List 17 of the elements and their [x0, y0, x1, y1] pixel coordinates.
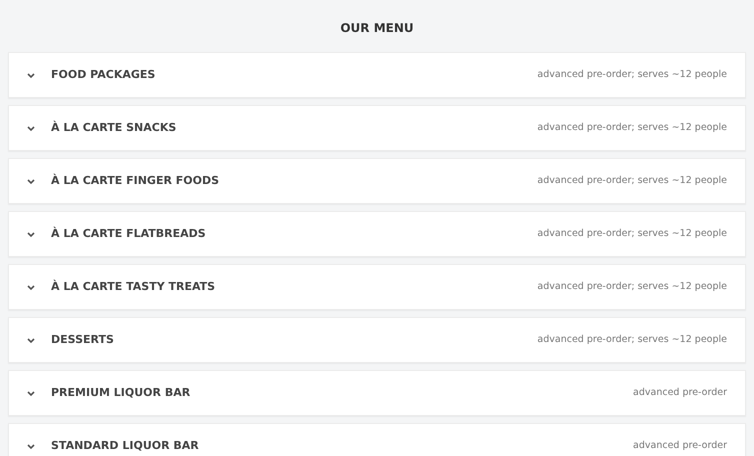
chevron-down-icon [27, 390, 35, 396]
chevron-down-icon [27, 284, 35, 290]
accordion-row[interactable]: STANDARD LIQUOR BAR advanced pre-order [8, 423, 746, 456]
accordion-row[interactable]: DESSERTS advanced pre-order; serves ~12 people [8, 317, 746, 363]
accordion-row[interactable]: FOOD PACKAGES advanced pre-order; serves ~12 people [8, 52, 746, 98]
accordion-row[interactable]: À LA CARTE FINGER FOODS advanced pre-order; serves ~12 people [8, 158, 746, 204]
menu-title: OUR MENU [340, 20, 414, 37]
chevron-down-icon [27, 338, 35, 342]
accordion-row[interactable]: À LA CARTE FLATBREADS advanced pre-order; serves ~12 people [8, 211, 746, 257]
accordion-row[interactable]: À LA CARTE SNACKS advanced pre-order; serves ~12 people [8, 105, 746, 151]
chevron-down-icon [27, 444, 35, 448]
accordion-row[interactable]: À LA CARTE TASTY TREATS advanced pre-order; serves ~12 people [8, 264, 746, 310]
chevron-down-icon [27, 126, 35, 130]
chevron-down-icon [27, 178, 35, 184]
chevron-down-icon [27, 72, 35, 78]
accordion-row[interactable]: PREMIUM LIQUOR BAR advanced pre-order [8, 370, 746, 416]
chevron-down-icon [27, 232, 35, 236]
